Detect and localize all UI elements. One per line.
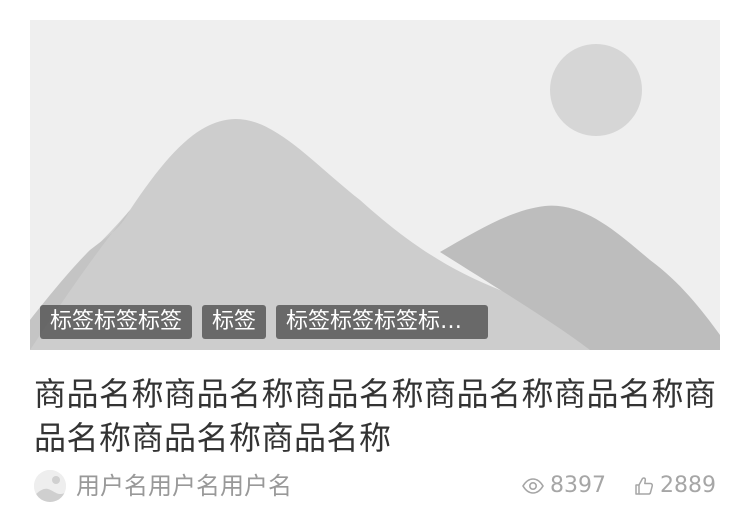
product-title[interactable]: 商品名称商品名称商品名称商品名称商品名称商品名称商品名称商品名称 [34,372,720,460]
view-count-value: 8397 [550,473,606,498]
tag[interactable]: 标签标签标签 [40,305,193,339]
avatar-placeholder-icon [34,470,66,502]
username[interactable]: 用户名用户名用户名 [76,470,292,502]
like-count[interactable]: 2889 [634,470,716,502]
thumbs-up-icon [635,477,654,495]
eye-icon [522,478,544,494]
like-count-value: 2889 [660,473,716,498]
view-count: 8397 [522,470,606,502]
avatar[interactable] [34,470,66,502]
stats: 8397 2889 [522,470,716,502]
product-card[interactable]: 标签标签标签 标签 标签标签标签标签标签标签 商品名称商品名称商品名称商品名称商… [0,0,750,522]
tag[interactable]: 标签标签标签标签标签标签 [276,305,489,339]
product-image-placeholder[interactable]: 标签标签标签 标签 标签标签标签标签标签标签 [30,20,720,350]
tag[interactable]: 标签 [202,305,267,339]
tag-list: 标签标签标签 标签 标签标签标签标签标签标签 [40,305,489,339]
image-placeholder-icon [30,20,720,350]
card-meta: 用户名用户名用户名 8397 2889 [34,470,720,502]
